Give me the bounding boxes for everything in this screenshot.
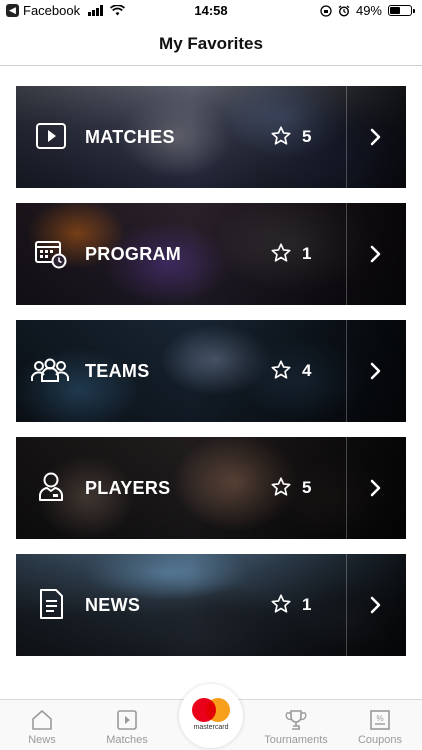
mastercard-logo-icon bbox=[192, 698, 230, 722]
favorite-count: 5 bbox=[302, 478, 312, 497]
card-label: NEWS bbox=[85, 595, 141, 615]
svg-text:%: % bbox=[376, 714, 383, 723]
card-label: PROGRAM bbox=[85, 244, 182, 264]
play-icon bbox=[36, 123, 66, 149]
star-icon[interactable] bbox=[270, 476, 292, 498]
card-divider bbox=[346, 86, 347, 188]
document-icon bbox=[40, 589, 63, 619]
orientation-lock-icon bbox=[320, 4, 332, 17]
star-icon[interactable] bbox=[270, 242, 292, 264]
alarm-icon bbox=[338, 4, 350, 17]
team-icon bbox=[31, 358, 69, 382]
mastercard-label: mastercard bbox=[193, 724, 229, 731]
tab-tournaments-label: Tournaments bbox=[264, 734, 328, 746]
favorite-count: 4 bbox=[302, 361, 312, 380]
chevron-right-icon bbox=[370, 362, 381, 380]
favorite-count: 5 bbox=[302, 127, 312, 146]
chevron-right-icon bbox=[370, 596, 381, 614]
page-title: My Favorites bbox=[159, 34, 263, 53]
star-icon[interactable] bbox=[270, 359, 292, 381]
card-divider bbox=[346, 203, 347, 305]
battery-percent: 49% bbox=[355, 3, 382, 18]
status-right: 49% bbox=[320, 3, 415, 18]
battery-icon bbox=[388, 5, 415, 16]
card-divider bbox=[346, 554, 347, 656]
tab-tournaments[interactable]: Tournaments bbox=[258, 700, 334, 750]
play-icon bbox=[117, 710, 137, 730]
favorite-card-matches[interactable]: MATCHES 5 bbox=[16, 86, 406, 188]
tab-news[interactable]: News bbox=[12, 700, 72, 750]
tab-matches[interactable]: Matches bbox=[96, 700, 158, 750]
card-label: PLAYERS bbox=[85, 478, 171, 498]
favorite-card-news[interactable]: NEWS 1 bbox=[16, 554, 406, 656]
chevron-right-icon bbox=[370, 128, 381, 146]
chevron-right-icon bbox=[370, 479, 381, 497]
player-icon bbox=[39, 472, 63, 501]
favorite-card-teams[interactable]: TEAMS 4 bbox=[16, 320, 406, 422]
home-icon bbox=[32, 710, 52, 730]
favorite-card-players[interactable]: PLAYERS 5 bbox=[16, 437, 406, 539]
favorite-card-program[interactable]: PROGRAM 1 bbox=[16, 203, 406, 305]
coupon-icon: % bbox=[370, 710, 390, 730]
favorite-count: 1 bbox=[302, 595, 312, 614]
card-label: TEAMS bbox=[85, 361, 150, 381]
nav-header: My Favorites bbox=[0, 22, 422, 66]
chevron-right-icon bbox=[370, 245, 381, 263]
tab-coupons[interactable]: % Coupons bbox=[350, 700, 410, 750]
card-divider bbox=[346, 437, 347, 539]
card-label: MATCHES bbox=[85, 127, 175, 147]
status-bar: ◀ Facebook 14:58 49% bbox=[0, 0, 422, 22]
tab-matches-label: Matches bbox=[106, 734, 148, 746]
calendar-clock-icon bbox=[35, 241, 67, 269]
star-icon[interactable] bbox=[270, 593, 292, 615]
mastercard-sponsor-button[interactable]: mastercard bbox=[179, 684, 243, 748]
card-divider bbox=[346, 320, 347, 422]
star-icon[interactable] bbox=[270, 125, 292, 147]
tab-coupons-label: Coupons bbox=[357, 734, 403, 746]
tab-news-label: News bbox=[28, 734, 56, 746]
favorite-count: 1 bbox=[302, 244, 312, 263]
favorites-list: MATCHES 5 PROGRAM 1 TEAMS 4 PLAYERS 5 NE… bbox=[16, 86, 406, 671]
trophy-icon bbox=[285, 710, 307, 730]
